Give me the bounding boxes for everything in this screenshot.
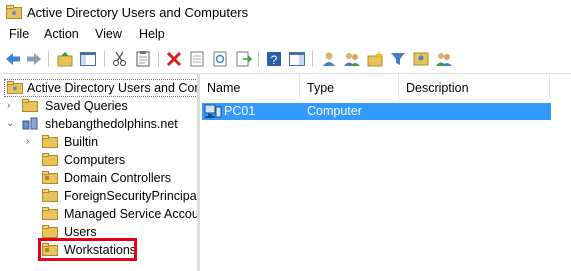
tree-item-label: shebangthedolphins.net	[45, 117, 178, 131]
copy-icon[interactable]	[134, 50, 152, 68]
new-group-icon[interactable]	[343, 50, 361, 68]
menu-help[interactable]: Help	[139, 27, 165, 41]
chevron-down-icon[interactable]: ⌄	[6, 118, 16, 130]
tree-item-label: Active Directory Users and Com	[27, 81, 197, 95]
folder-icon	[42, 225, 58, 238]
refresh-icon[interactable]	[211, 50, 229, 68]
column-header-description[interactable]: Description	[399, 74, 550, 99]
ou-folder-icon	[42, 171, 58, 184]
help-icon[interactable]: ?	[265, 50, 283, 68]
add-to-group-icon[interactable]	[412, 50, 430, 68]
folder-icon	[42, 153, 58, 166]
table-row[interactable]: PC01 Computer	[202, 103, 551, 120]
toolbar: ?	[0, 45, 571, 74]
up-folder-icon[interactable]	[56, 50, 74, 68]
filter-icon[interactable]	[389, 50, 407, 68]
forward-arrow-icon[interactable]	[25, 50, 43, 68]
tree-item-domain[interactable]: ⌄ shebangthedolphins.net	[0, 115, 197, 133]
tree-item-root[interactable]: Active Directory Users and Com	[0, 79, 197, 97]
column-label: Description	[406, 81, 469, 95]
export-list-icon[interactable]	[234, 50, 252, 68]
folder-icon	[42, 189, 58, 202]
menu-action[interactable]: Action	[44, 27, 79, 41]
tree-item-domain-controllers[interactable]: Domain Controllers	[0, 169, 197, 187]
tree-item-label: Managed Service Accounts	[64, 207, 197, 221]
ad-users-computers-icon	[7, 81, 23, 94]
window-title: Active Directory Users and Computers	[27, 5, 249, 20]
tree-item-label: Saved Queries	[45, 99, 128, 113]
tree-item-saved-queries[interactable]: › Saved Queries	[0, 97, 197, 115]
column-label: Type	[307, 81, 335, 95]
delegate-control-icon[interactable]	[435, 50, 453, 68]
title-bar: Active Directory Users and Computers	[0, 0, 571, 25]
tree-item-label: Computers	[64, 153, 126, 167]
menu-file[interactable]: File	[9, 27, 29, 41]
selection-highlight-outline	[38, 238, 137, 261]
tree-item-foreign-security-principals[interactable]: ForeignSecurityPrincipals	[0, 187, 197, 205]
menu-view[interactable]: View	[95, 27, 122, 41]
ad-users-computers-icon	[6, 5, 22, 19]
svg-text:?: ?	[271, 53, 278, 67]
tree-item-computers[interactable]: Computers	[0, 151, 197, 169]
show-action-pane-icon[interactable]	[288, 50, 306, 68]
details-list: Name Type Description PC01 Computer	[200, 74, 571, 271]
chevron-right-icon[interactable]: ›	[7, 100, 17, 112]
domain-icon	[22, 117, 38, 130]
menu-bar: File Action View Help	[0, 25, 571, 45]
tree-item-label: ForeignSecurityPrincipals	[64, 189, 197, 203]
folder-icon	[42, 135, 58, 148]
folder-icon	[42, 207, 58, 220]
show-console-tree-icon[interactable]	[79, 50, 97, 68]
delete-icon[interactable]	[165, 50, 183, 68]
cut-icon[interactable]	[111, 50, 129, 68]
tree-item-builtin[interactable]: › Builtin	[0, 133, 197, 151]
row-name: PC01	[224, 104, 256, 118]
tree-item-label: Domain Controllers	[64, 171, 171, 185]
back-arrow-icon[interactable]	[4, 50, 22, 68]
chevron-right-icon[interactable]: ›	[26, 136, 36, 148]
column-label: Name	[207, 81, 241, 95]
properties-icon[interactable]	[188, 50, 206, 68]
new-ou-icon[interactable]	[366, 50, 384, 68]
tree-item-label: Builtin	[64, 135, 99, 149]
tree-item-label: Users	[64, 225, 97, 239]
column-header-type[interactable]: Type	[300, 74, 399, 99]
new-user-icon[interactable]	[320, 50, 338, 68]
column-header-name[interactable]: Name	[200, 74, 300, 99]
computer-icon	[204, 104, 222, 118]
tree-item-managed-service-accounts[interactable]: Managed Service Accounts	[0, 205, 197, 223]
row-type: Computer	[307, 104, 362, 118]
folder-icon	[22, 99, 38, 112]
